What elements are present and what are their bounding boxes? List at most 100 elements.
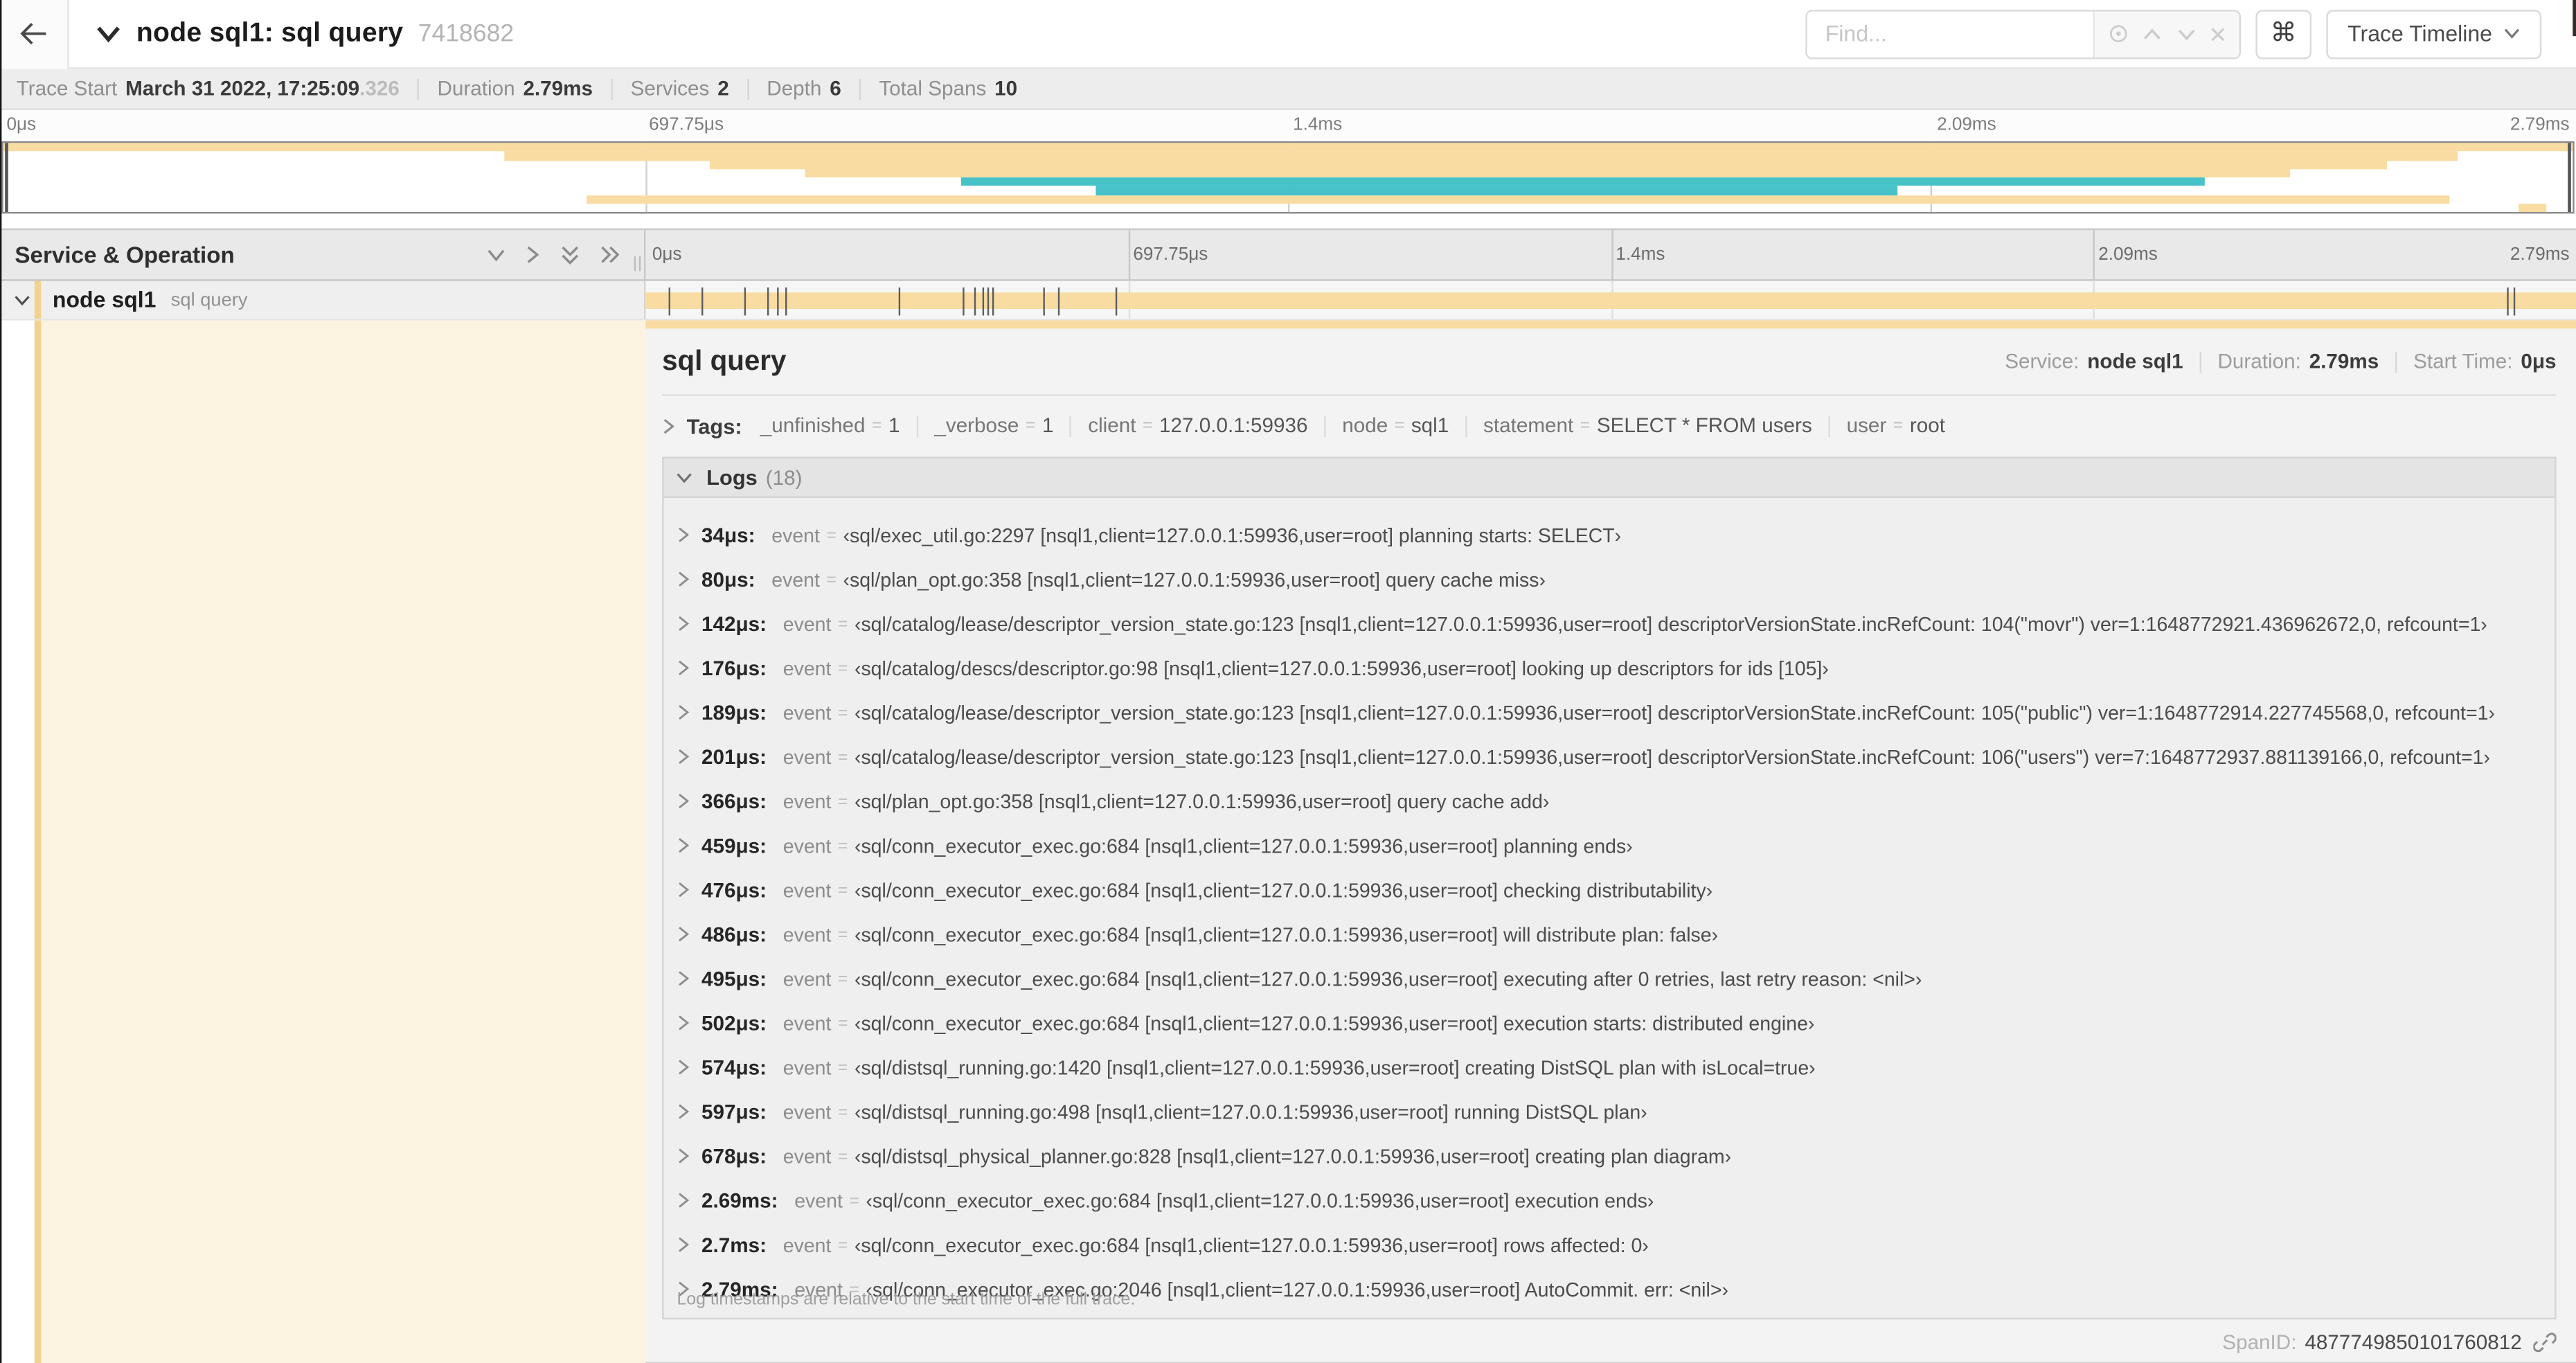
timeline-ruler: 0μs 697.75μs 1.4ms 2.09ms 2.79ms	[645, 230, 2576, 280]
log-entry[interactable]: 495μs: event = ‹sql/conn_executor_exec.go:6…	[663, 956, 2555, 1001]
match-locate-icon[interactable]	[2108, 23, 2129, 44]
timeline-header-row: Service & Operation 0μs 697.75μs 1.4ms 2.09…	[0, 228, 2576, 281]
log-field-value: ‹sql/plan_opt.go:358 [nsql1,client=127.0…	[854, 789, 1550, 813]
axis-tick-label: 2.79ms	[2510, 244, 2570, 265]
logs-section: Logs (18) 34μs: event = ‹sql/exec_util.go:2…	[662, 456, 2557, 1320]
log-marker-tick	[776, 286, 778, 315]
jaeger-trace-timeline-page: node sql1: sql query 7418682 Find... ⌘ T…	[0, 0, 2576, 1363]
log-entry[interactable]: 176μs: event = ‹sql/catalog/descs/descripto…	[663, 645, 2555, 690]
log-marker-tick	[2507, 286, 2509, 315]
log-field-key: event	[782, 923, 832, 946]
axis-tick-label: 1.4ms	[1293, 115, 1343, 135]
log-marker-tick	[963, 286, 965, 315]
collapse-trace-chevron-icon[interactable]	[96, 25, 122, 43]
summary-item-label: Services	[630, 77, 710, 100]
log-field-key: event	[782, 612, 832, 635]
summary-item-label: Duration	[437, 77, 515, 100]
log-marker-tick	[899, 286, 901, 315]
detail-name-column	[0, 320, 646, 1363]
tag-value: 127.0.0.1:59936	[1159, 413, 1308, 438]
log-entry[interactable]: 486μs: event = ‹sql/conn_executor_exec.go:6…	[663, 912, 2555, 956]
log-entry[interactable]: 34μs: event = ‹sql/exec_util.go:2297 [nsql1…	[663, 513, 2555, 557]
log-entry[interactable]: 80μs: event = ‹sql/plan_opt.go:358 [nsql1,c…	[663, 557, 2555, 601]
meta-value: 0μs	[2521, 350, 2557, 373]
log-equals: =	[837, 835, 848, 855]
log-timestamp: 597μs:	[701, 1100, 767, 1123]
log-field-value: ‹sql/conn_executor_exec.go:684 [nsql1,cl…	[854, 967, 1922, 990]
detail-divider	[662, 394, 2557, 396]
find-input[interactable]	[1807, 10, 2093, 57]
summary-divider	[859, 78, 861, 100]
log-entry[interactable]: 597μs: event = ‹sql/distsql_running.go:498 …	[663, 1089, 2555, 1134]
tag-key: _verbose	[934, 413, 1019, 438]
gridline	[1128, 230, 1130, 280]
span-name-cell[interactable]: node sql1 sql query	[0, 280, 646, 319]
logs-list: 34μs: event = ‹sql/exec_util.go:2297 [nsql1…	[663, 498, 2555, 1311]
log-entry[interactable]: 366μs: event = ‹sql/plan_opt.go:358 [nsql1,…	[663, 779, 2555, 823]
keyboard-shortcuts-button[interactable]: ⌘	[2255, 9, 2311, 59]
viewport-end-scrubber[interactable]	[2568, 143, 2571, 213]
deep-link-icon[interactable]	[2533, 1331, 2557, 1354]
expand-chevron-right-icon[interactable]	[526, 244, 540, 264]
log-entry[interactable]: 2.69ms: event = ‹sql/conn_executor_exec.go:…	[663, 1178, 2555, 1222]
log-chevron-right-icon	[677, 1058, 690, 1076]
trace-summary-bar: Trace Start March 31 2022, 17:25:09.326 Du…	[0, 69, 2576, 110]
summary-item-suffix: .326	[359, 77, 400, 100]
log-timestamp: 34μs:	[701, 523, 755, 546]
log-field-value: ‹sql/distsql_running.go:498 [nsql1,clien…	[854, 1100, 1647, 1123]
meta-label: Start Time:	[2413, 350, 2513, 373]
minimap-canvas[interactable]	[1, 141, 2575, 214]
logs-header[interactable]: Logs (18)	[663, 458, 2555, 498]
log-entry[interactable]: 459μs: event = ‹sql/conn_executor_exec.go:6…	[663, 823, 2555, 868]
log-entry[interactable]: 189μs: event = ‹sql/catalog/lease/descripto…	[663, 690, 2555, 734]
log-equals: =	[837, 1013, 848, 1033]
log-field-value: ‹sql/conn_executor_exec.go:684 [nsql1,cl…	[854, 1011, 1815, 1035]
log-field-value: ‹sql/distsql_physical_planner.go:828 [ns…	[854, 1144, 1732, 1168]
tag-divider	[916, 415, 918, 436]
log-marker-tick	[669, 286, 671, 315]
log-entry[interactable]: 574μs: event = ‹sql/distsql_running.go:1420…	[663, 1045, 2555, 1089]
log-entry[interactable]: 678μs: event = ‹sql/distsql_physical_planne…	[663, 1134, 2555, 1178]
gridline	[2093, 230, 2095, 280]
log-entry[interactable]: 502μs: event = ‹sql/conn_executor_exec.go:6…	[663, 1001, 2555, 1045]
chevron-down-icon	[2504, 28, 2521, 39]
double-chevron-down-icon[interactable]	[560, 244, 580, 265]
log-marker-tick	[992, 286, 995, 315]
log-entry[interactable]: 476μs: event = ‹sql/conn_executor_exec.go:6…	[663, 868, 2555, 912]
log-entry[interactable]: 2.7ms: event = ‹sql/conn_executor_exec.go:6…	[663, 1222, 2555, 1267]
span-bar-cell[interactable]	[645, 280, 2576, 319]
double-chevron-right-icon[interactable]	[600, 244, 621, 264]
trace-view-selector-button[interactable]: Trace Timeline	[2326, 9, 2542, 59]
tag-key: statement	[1483, 413, 1574, 438]
prev-match-icon[interactable]	[2143, 27, 2162, 40]
log-field-key: event	[782, 745, 832, 769]
minimap-span-bar	[961, 177, 2206, 186]
viewport-start-scrubber[interactable]	[5, 143, 8, 213]
log-entry[interactable]: 201μs: event = ‹sql/catalog/lease/descripto…	[663, 734, 2555, 778]
summary-item-value: 2.79ms	[523, 77, 593, 100]
log-marker-tick	[744, 286, 746, 315]
log-equals: =	[837, 658, 848, 678]
minimap-span-bar	[587, 195, 2450, 204]
clear-find-icon[interactable]	[2209, 26, 2226, 42]
log-field-value: ‹sql/catalog/lease/descriptor_version_st…	[854, 745, 2491, 769]
back-button[interactable]	[0, 0, 69, 69]
logs-note: Log timestamps are relative to the start…	[677, 1290, 1136, 1310]
log-field-key: event	[782, 656, 832, 680]
axis-tick-label: 0μs	[652, 244, 682, 265]
log-marker-tick	[701, 286, 703, 315]
minimap-axis-labels: 0μs 697.75μs 1.4ms 2.09ms 2.79ms	[0, 110, 2576, 141]
axis-tick-label: 2.79ms	[2510, 115, 2570, 135]
span-collapse-chevron-icon[interactable]	[13, 293, 31, 306]
log-equals: =	[826, 569, 837, 589]
column-resize-grip[interactable]	[634, 256, 641, 271]
log-timestamp: 486μs:	[701, 923, 767, 946]
log-field-value: ‹sql/catalog/descs/descriptor.go:98 [nsq…	[854, 656, 1829, 680]
axis-tick-label: 697.75μs	[1133, 244, 1208, 265]
span-row[interactable]: node sql1 sql query	[0, 280, 2576, 321]
summary-item-value: 6	[830, 77, 841, 100]
tags-row[interactable]: Tags: _unfinished = 1 _verbose = 1 client = 127.…	[662, 404, 2556, 447]
collapse-all-chevron-down-icon[interactable]	[486, 247, 506, 262]
next-match-icon[interactable]	[2176, 27, 2195, 40]
log-entry[interactable]: 142μs: event = ‹sql/catalog/lease/descripto…	[663, 601, 2555, 645]
